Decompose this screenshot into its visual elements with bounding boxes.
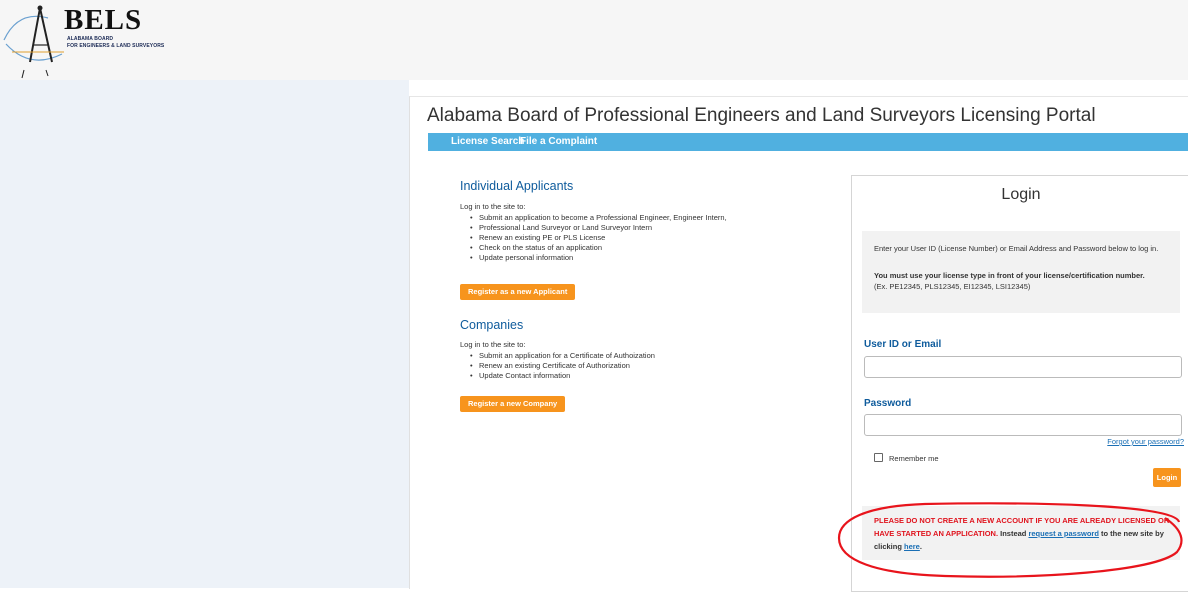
remember-me-checkbox[interactable] bbox=[874, 453, 883, 462]
nav-license-search[interactable]: License Search bbox=[451, 136, 524, 147]
register-company-button[interactable]: Register a new Company bbox=[460, 396, 566, 412]
site-header: BELS ALABAMA BOARD FOR ENGINEERS & LAND … bbox=[0, 0, 1188, 80]
remember-me-label: Remember me bbox=[889, 454, 939, 463]
nav-file-complaint[interactable]: File a Complaint bbox=[520, 136, 597, 147]
remember-me[interactable]: Remember me bbox=[874, 453, 939, 463]
password-input[interactable] bbox=[864, 414, 1182, 436]
login-title: Login bbox=[1001, 186, 1041, 203]
warning-text-part: Instead bbox=[998, 529, 1029, 538]
bels-logo[interactable]: BELS ALABAMA BOARD FOR ENGINEERS & LAND … bbox=[0, 0, 200, 80]
list-item-continuation: Professional Land Surveyor or Land Surve… bbox=[468, 223, 788, 233]
list-item: Update personal information bbox=[468, 253, 788, 263]
individual-list: Submit an application to become a Profes… bbox=[468, 213, 788, 263]
list-item: Renew an existing Certificate of Authori… bbox=[468, 361, 788, 371]
login-button[interactable]: Login bbox=[1153, 468, 1181, 487]
warning-box: PLEASE DO NOT CREATE A NEW ACCOUNT IF YO… bbox=[862, 506, 1180, 560]
individual-applicants-heading: Individual Applicants bbox=[460, 179, 574, 193]
logo-title: BELS bbox=[64, 4, 143, 36]
logo-subtitle-line2: FOR ENGINEERS & LAND SURVEYORS bbox=[67, 43, 165, 49]
list-item: Renew an existing PE or PLS License bbox=[468, 233, 788, 243]
request-password-link[interactable]: request a password bbox=[1028, 529, 1098, 538]
companies-list: Submit an application for a Certificate … bbox=[468, 351, 788, 381]
logo-subtitle-line1: ALABAMA BOARD bbox=[67, 36, 114, 42]
register-applicant-button[interactable]: Register as a new Applicant bbox=[460, 284, 576, 300]
nav-bar: License Search File a Complaint bbox=[428, 133, 1188, 151]
list-item: Update Contact information bbox=[468, 371, 788, 381]
warning-text-part: . bbox=[919, 542, 922, 551]
password-label: Password bbox=[864, 398, 912, 409]
left-sidebar bbox=[0, 80, 409, 588]
page-title: Alabama Board of Professional Engineers … bbox=[427, 105, 1096, 126]
companies-intro: Log in to the site to: bbox=[460, 340, 526, 349]
license-format-example: (Ex. PE12345, PLS12345, EI12345, LSI1234… bbox=[874, 282, 1031, 291]
license-format-note: You must use your license type in front … bbox=[874, 270, 1174, 292]
license-format-bold: You must use your license type in front … bbox=[874, 271, 1145, 280]
list-item: Check on the status of an application bbox=[468, 243, 788, 253]
list-item: Submit an application for a Certificate … bbox=[468, 351, 788, 361]
companies-heading: Companies bbox=[460, 318, 524, 332]
user-id-input[interactable] bbox=[864, 356, 1182, 378]
login-instructions: Enter your User ID (License Number) or E… bbox=[874, 244, 1159, 253]
user-id-label: User ID or Email bbox=[864, 339, 942, 350]
portal-panel: Alabama Board of Professional Engineers … bbox=[409, 96, 1188, 592]
list-item: Submit an application to become a Profes… bbox=[468, 213, 788, 223]
here-link[interactable]: here bbox=[904, 542, 920, 551]
login-panel: Login Enter your User ID (License Number… bbox=[851, 175, 1188, 592]
login-info-box: Enter your User ID (License Number) or E… bbox=[862, 231, 1180, 313]
forgot-password-link[interactable]: Forgot your password? bbox=[1107, 437, 1184, 446]
individual-intro: Log in to the site to: bbox=[460, 202, 526, 211]
warning-message: PLEASE DO NOT CREATE A NEW ACCOUNT IF YO… bbox=[874, 514, 1180, 553]
